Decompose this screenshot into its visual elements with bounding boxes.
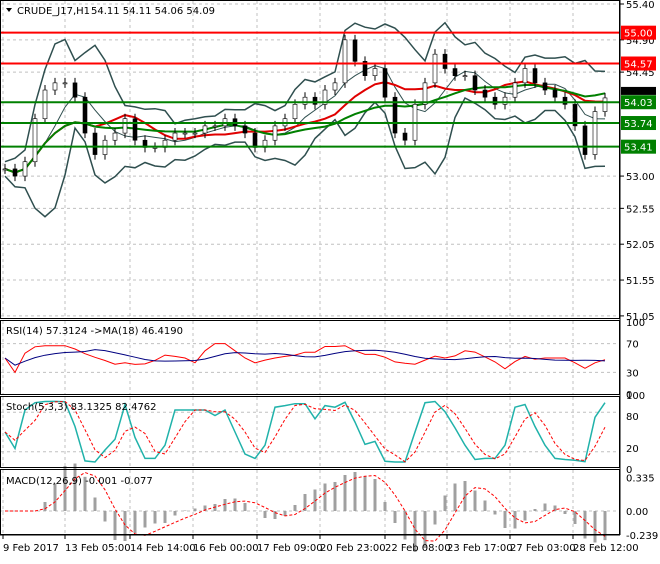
axes: 9 Feb 2017 13 Feb 05:00 14 Feb 14:0016 Feb… <box>0 0 658 554</box>
candle-body <box>292 104 298 120</box>
candle-body <box>342 39 348 84</box>
candle-body <box>562 96 568 105</box>
candle-body <box>32 118 38 163</box>
time-label: 20 Feb 23:00 <box>320 543 386 554</box>
price-tick-label: 55.40 <box>626 0 655 11</box>
price-tick-label: 51.55 <box>626 276 655 287</box>
candle-body <box>52 82 58 91</box>
candle-body <box>532 68 538 84</box>
candle-body <box>242 125 248 134</box>
level-label: 53.74 <box>624 119 653 130</box>
candle-body <box>42 89 48 120</box>
macd-tick-label: -0.239 <box>626 531 658 542</box>
price-tick-label: 52.05 <box>626 240 655 251</box>
trading-chart-window[interactable]: 9 Feb 2017 13 Feb 05:00 14 Feb 14:00 16 Feb… <box>0 0 660 560</box>
level-label: 55.00 <box>624 29 653 40</box>
collapse-triangle-icon[interactable] <box>6 8 12 12</box>
candle-body <box>132 118 138 141</box>
level-label: 53.41 <box>624 143 653 154</box>
candle-body <box>502 96 508 105</box>
candle-body <box>522 68 528 84</box>
level-label: 54.03 <box>624 98 653 109</box>
macd-label: MACD(12,26,9) -0.001 -0.077 <box>6 476 153 487</box>
candle-body <box>332 82 338 91</box>
candle-body <box>602 97 608 112</box>
candle-body <box>462 75 468 77</box>
candle-body <box>542 82 548 91</box>
candle-body <box>272 125 278 141</box>
price-tick-label: 52.55 <box>626 204 655 215</box>
candle-body <box>2 168 8 171</box>
time-label: 13 Feb 05:00 <box>65 543 131 554</box>
time-label: 23 Feb 17:00 <box>447 543 513 554</box>
candle-body <box>472 75 478 91</box>
candle-body <box>382 68 388 98</box>
macd-tick-label: 0.00 <box>626 507 648 518</box>
stoch-label: Stoch(5,3,3) 83.1325 82.4762 <box>6 402 157 413</box>
candle-body <box>452 68 458 76</box>
price-panel[interactable] <box>1 21 619 218</box>
candle-body <box>582 125 588 155</box>
candle-body <box>512 82 518 98</box>
stoch-tick-label: 80 <box>626 412 639 423</box>
candle-body <box>302 96 308 105</box>
candle-body <box>492 96 498 105</box>
candle-body <box>112 132 118 141</box>
time-label: 16 Feb 00:00 <box>193 543 259 554</box>
candle-body <box>12 168 18 177</box>
candle-body <box>202 125 208 134</box>
candle-body <box>122 118 128 134</box>
candle-body <box>552 89 558 98</box>
symbol-label: CRUDE_J17,H1 <box>17 6 90 17</box>
time-label: 27 Feb 03:00 <box>510 543 576 554</box>
candle-body <box>212 125 218 128</box>
time-label: 17 Feb 09:00 <box>257 543 323 554</box>
candle-body <box>92 132 98 155</box>
candle-body <box>182 132 188 135</box>
stoch-tick-label: 100 <box>626 391 645 402</box>
candle-body <box>352 39 358 62</box>
stoch-tick-label: 20 <box>626 444 639 455</box>
candle-body <box>592 111 598 155</box>
price-tick-label: 53.00 <box>626 172 655 183</box>
candle-body <box>22 161 28 177</box>
candle-body <box>432 53 438 84</box>
level-label: 54.57 <box>624 60 653 71</box>
candle-body <box>422 82 428 105</box>
time-label: 22 Feb 08:00 <box>385 543 451 554</box>
candle-body <box>442 53 448 69</box>
current-price-marker <box>621 86 656 95</box>
time-label: 14 Feb 14:00 <box>130 543 196 554</box>
rsi-panel[interactable] <box>4 343 606 374</box>
rsi-tick-label: 70 <box>626 340 639 351</box>
candle-body <box>252 132 258 148</box>
candle-body <box>172 132 178 141</box>
time-label: 28 Feb 12:00 <box>573 543 639 554</box>
candle-body <box>62 82 68 85</box>
rsi-tick-label: 30 <box>626 368 639 379</box>
candle-body <box>192 132 198 135</box>
macd-tick-label: 0.335 <box>626 474 655 485</box>
candle-body <box>402 132 408 141</box>
price-panel-border <box>0 0 620 319</box>
rsi-tick-label: 100 <box>626 318 645 329</box>
candle-body <box>482 89 488 98</box>
time-label: 9 Feb 2017 <box>3 543 59 554</box>
ohlc-readout: 54.11 54.11 54.06 54.09 <box>91 6 215 17</box>
candle-body <box>312 96 318 105</box>
candle-body <box>72 82 78 98</box>
candle-body <box>372 68 378 76</box>
rsi-label: RSI(14) 57.3124 ->MA(18) 46.4190 <box>6 326 183 337</box>
